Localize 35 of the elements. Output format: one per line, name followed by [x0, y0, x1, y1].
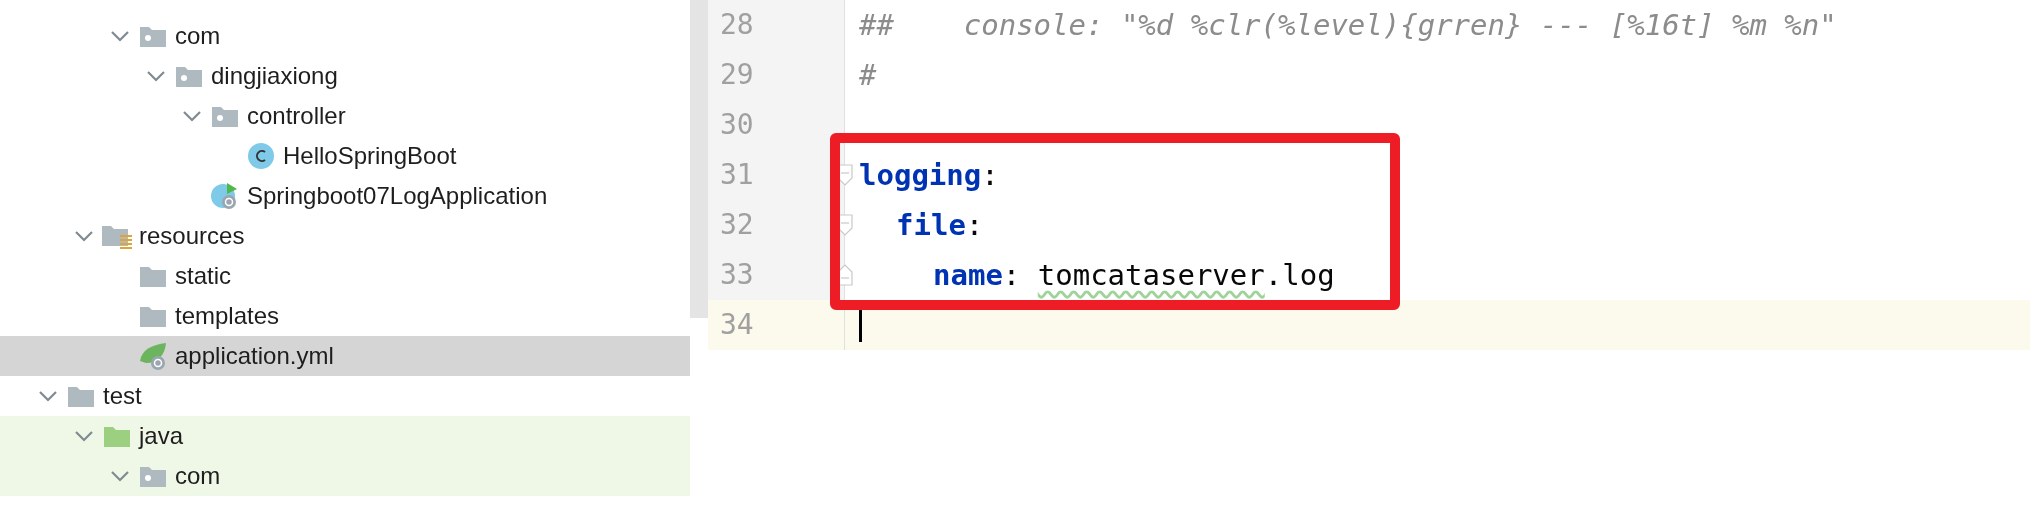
line-number: 33	[720, 261, 754, 289]
package-folder-icon	[139, 24, 167, 48]
chevron-icon[interactable]	[37, 389, 59, 403]
code-line: file:	[895, 210, 984, 240]
tree-item[interactable]: java	[0, 416, 690, 456]
package-folder-icon	[175, 64, 203, 88]
code-line: name: tomcataserver.log	[932, 260, 1335, 290]
folder-icon	[67, 384, 95, 408]
line-number: 30	[720, 111, 754, 139]
code-line: logging:	[859, 160, 999, 190]
chevron-icon[interactable]	[181, 109, 203, 123]
text-caret	[859, 308, 862, 342]
class-icon	[247, 142, 275, 170]
line-number: 34	[720, 311, 754, 339]
chevron-icon[interactable]	[145, 69, 167, 83]
spring-config-icon	[138, 341, 168, 371]
package-folder-icon	[211, 104, 239, 128]
code-line: ## console: "%d %clr(%level){grren} --- [%16t] %m %n"	[859, 10, 1837, 40]
chevron-icon[interactable]	[109, 469, 131, 483]
folder-icon	[139, 264, 167, 288]
chevron-icon[interactable]	[73, 429, 95, 443]
line-number: 32	[720, 211, 754, 239]
package-folder-icon	[139, 464, 167, 488]
code-line: #	[859, 60, 877, 90]
tree-item[interactable]: application.yml	[0, 336, 690, 376]
line-number: 29	[720, 61, 754, 89]
line-number: 31	[720, 161, 754, 189]
folder-icon	[139, 304, 167, 328]
chevron-icon[interactable]	[73, 229, 95, 243]
scrollbar[interactable]	[690, 0, 708, 318]
resources-folder-icon	[101, 223, 133, 249]
folder-icon	[103, 424, 131, 448]
chevron-icon[interactable]	[109, 29, 131, 43]
tree-item[interactable]: com	[0, 456, 690, 496]
line-number: 28	[720, 11, 754, 39]
